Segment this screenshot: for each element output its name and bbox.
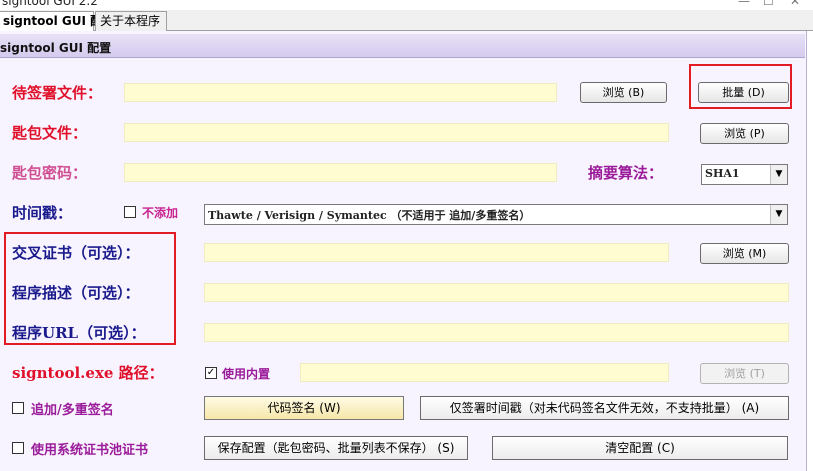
group-title: signtool GUI 配置: [0, 41, 112, 55]
no-timestamp-label: 不添加: [142, 206, 179, 220]
group-header: signtool GUI 配置: [0, 34, 805, 58]
key-file-label: 匙包文件：: [12, 124, 88, 142]
highlight-optional-fields: [4, 232, 176, 345]
no-timestamp-checkbox[interactable]: [124, 206, 136, 218]
key-password-input[interactable]: [124, 163, 557, 182]
use-system-store-label: 使用系统证书池证书: [31, 443, 149, 458]
use-builtin-label: 使用内置: [222, 367, 271, 381]
append-sign-label: 追加/多重签名: [31, 403, 114, 418]
timestamp-label: 时间戳：: [12, 204, 73, 222]
timestamp-only-button[interactable]: 仅签署时间戳（对未代码签名文件无效，不支持批量） (A): [420, 396, 789, 420]
chevron-down-icon: ▼: [770, 205, 787, 224]
digest-select[interactable]: SHA1 ▼: [701, 164, 788, 185]
tab-config[interactable]: signtool GUI 配置: [0, 11, 114, 32]
browse-p-button[interactable]: 浏览 (P): [700, 123, 789, 144]
append-sign-checkbox[interactable]: [12, 402, 24, 414]
file-to-sign-input[interactable]: [124, 83, 557, 102]
url-input[interactable]: [204, 323, 789, 342]
browse-b-button[interactable]: 浏览 (B): [580, 82, 667, 103]
code-sign-button[interactable]: 代码签名 (W): [204, 396, 404, 420]
signtool-path-input[interactable]: [300, 363, 669, 382]
chevron-down-icon: ▼: [770, 165, 787, 184]
title-bar: signtool GUI 2.2 — ☐ ✕: [0, 0, 813, 10]
close-icon[interactable]: ✕: [790, 0, 800, 8]
highlight-batch: [689, 64, 792, 109]
use-system-store-checkbox[interactable]: [12, 442, 24, 454]
key-password-label: 匙包密码：: [12, 164, 88, 182]
tab-strip: signtool GUI 配置 关于本程序: [0, 10, 813, 32]
minimize-icon[interactable]: —: [738, 0, 750, 8]
use-builtin-checkbox[interactable]: ✓: [205, 367, 217, 379]
browse-t-button[interactable]: 浏览 (T): [700, 363, 789, 384]
description-input[interactable]: [204, 283, 789, 302]
save-config-button[interactable]: 保存配置（匙包密码、批量列表不保存） (S): [204, 436, 468, 460]
maximize-icon[interactable]: ☐: [763, 0, 774, 8]
timestamp-server-value: Thawte / Verisign / Symantec （不适用于 追加/多重…: [208, 209, 531, 222]
tab-about[interactable]: 关于本程序: [95, 11, 167, 31]
cross-cert-input[interactable]: [204, 243, 669, 262]
file-to-sign-label: 待签署文件：: [12, 84, 103, 102]
key-file-input[interactable]: [124, 123, 669, 142]
browse-m-button[interactable]: 浏览 (M): [700, 243, 789, 264]
digest-algo-label: 摘要算法：: [588, 164, 664, 182]
digest-select-value: SHA1: [705, 167, 740, 180]
signtool-path-label: signtool.exe 路径：: [12, 364, 164, 382]
clear-config-button[interactable]: 清空配置 (C): [492, 436, 788, 460]
window-title: signtool GUI 2.2: [2, 0, 98, 8]
timestamp-server-select[interactable]: Thawte / Verisign / Symantec （不适用于 追加/多重…: [204, 204, 788, 225]
